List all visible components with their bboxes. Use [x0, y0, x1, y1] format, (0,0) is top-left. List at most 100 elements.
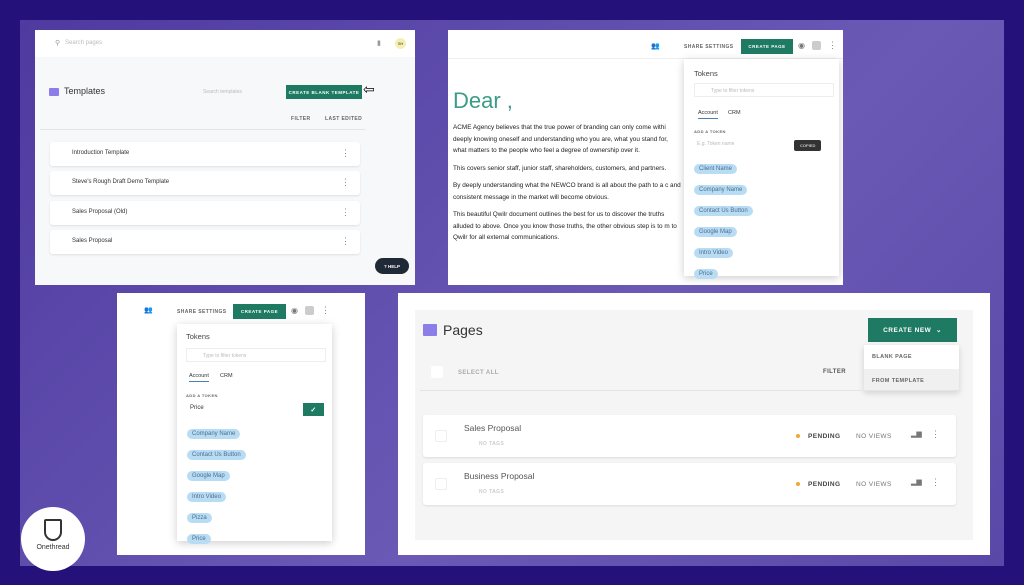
- tokens-screenshot: 👥 SHARE SETTINGS CREATE PAGE ◉ ⋮ Tokens …: [117, 293, 365, 555]
- more-icon[interactable]: ⋮: [321, 305, 330, 316]
- views-count: NO VIEWS: [856, 433, 892, 440]
- create-blank-template-button[interactable]: CREATE BLANK TEMPLATE: [286, 85, 362, 99]
- pages-screenshot: Pages CREATE NEW ⌄ BLANK PAGE FROM TEMPL…: [398, 293, 990, 555]
- more-icon[interactable]: ⋮: [341, 177, 350, 188]
- token-chip[interactable]: Client Name: [694, 164, 738, 174]
- page-title: Pages: [443, 322, 483, 338]
- tokens-popover: Tokens Type to filter tokens Account CRM…: [177, 324, 332, 544]
- page-row[interactable]: Business Proposal NO TAGS PENDING NO VIE…: [423, 463, 956, 505]
- token-name-input[interactable]: E.g. Token name: [697, 141, 734, 147]
- menu-item-from-template[interactable]: FROM TEMPLATE: [864, 369, 959, 391]
- views-count: NO VIEWS: [856, 481, 892, 488]
- template-row[interactable]: Steve's Rough Draft Demo Template ⋮: [50, 171, 360, 195]
- token-chip[interactable]: Google Map: [694, 227, 737, 237]
- template-row[interactable]: Sales Proposal ⋮: [50, 230, 360, 254]
- token-chip[interactable]: Contact Us Button: [694, 206, 753, 216]
- more-icon[interactable]: ⋮: [828, 40, 837, 51]
- search-icon: ⚲: [55, 40, 61, 47]
- analytics-icon[interactable]: ▂▆: [911, 478, 922, 486]
- help-button[interactable]: ? HELP: [375, 258, 409, 274]
- eye-icon[interactable]: ◉: [291, 306, 298, 315]
- template-row[interactable]: Sales Proposal (Old) ⋮: [50, 201, 360, 225]
- token-chip[interactable]: Pizza: [187, 513, 212, 523]
- tab-account[interactable]: Account: [698, 110, 718, 119]
- share-settings-button[interactable]: SHARE SETTINGS: [684, 44, 734, 50]
- paragraph: By deeply understanding what the NEWCO b…: [453, 182, 681, 201]
- create-new-label: CREATE NEW: [883, 326, 932, 334]
- tokens-popover: Tokens Type to filter tokens Account CRM…: [684, 59, 839, 279]
- last-edited-sort[interactable]: LAST EDITED: [325, 116, 362, 122]
- select-all-label[interactable]: SELECT ALL: [458, 370, 499, 376]
- create-new-menu: BLANK PAGE FROM TEMPLATE: [864, 345, 959, 391]
- token-chip[interactable]: Company Name: [694, 185, 748, 195]
- confirm-button[interactable]: ✓: [303, 403, 324, 416]
- status-badge: PENDING: [808, 433, 841, 440]
- template-name: Steve's Rough Draft Demo Template: [72, 179, 170, 185]
- page-name: Sales Proposal: [464, 423, 522, 433]
- tab-crm[interactable]: CRM: [220, 373, 233, 379]
- create-new-button[interactable]: CREATE NEW ⌄: [868, 318, 957, 342]
- search-pages-input[interactable]: Search pages: [65, 40, 102, 46]
- token-chip[interactable]: Intro Video: [187, 492, 226, 502]
- more-icon[interactable]: ⋮: [931, 429, 940, 440]
- folder-icon: [49, 88, 59, 96]
- token-chip[interactable]: Company Name: [187, 429, 241, 439]
- paragraph: This beautiful Qwilr document outlines t…: [453, 211, 677, 241]
- filter-button[interactable]: FILTER: [823, 369, 846, 375]
- analytics-icon[interactable]: ▂▆: [911, 430, 922, 438]
- page-title: Templates: [64, 86, 106, 96]
- add-token-label: ADD A TOKEN: [186, 393, 218, 398]
- token-chip[interactable]: Price: [187, 534, 211, 544]
- pending-dot: [796, 434, 800, 438]
- filter-button[interactable]: FILTER: [291, 116, 311, 122]
- document-heading: Dear ,: [453, 88, 513, 113]
- page-row[interactable]: Sales Proposal NO TAGS PENDING NO VIEWS …: [423, 415, 956, 457]
- more-icon[interactable]: ⋮: [341, 207, 350, 218]
- token-chip[interactable]: Google Map: [187, 471, 230, 481]
- row-checkbox[interactable]: [435, 430, 447, 442]
- tab-crm[interactable]: CRM: [728, 110, 741, 116]
- users-icon[interactable]: 👥: [144, 306, 153, 314]
- tab-account[interactable]: Account: [189, 373, 209, 382]
- help-label: HELP: [387, 263, 400, 269]
- token-chip[interactable]: Contact Us Button: [187, 450, 246, 460]
- more-icon[interactable]: ⋮: [341, 236, 350, 247]
- filter-tokens-input[interactable]: Type to filter tokens: [694, 83, 834, 97]
- template-name: Introduction Template: [72, 150, 130, 156]
- logo-icon: [44, 519, 62, 541]
- menu-item-blank-page[interactable]: BLANK PAGE: [872, 354, 912, 360]
- token-chip[interactable]: Intro Video: [694, 248, 733, 258]
- eye-icon[interactable]: ◉: [798, 41, 805, 50]
- template-row[interactable]: Introduction Template ⋮: [50, 142, 360, 166]
- template-name: Sales Proposal: [72, 238, 113, 244]
- create-page-button[interactable]: CREATE PAGE: [741, 39, 793, 54]
- templates-screenshot: ⚲ Search pages ▮ SH Templates Search tem…: [35, 30, 415, 285]
- share-settings-button[interactable]: SHARE SETTINGS: [177, 309, 227, 315]
- more-icon[interactable]: ⋮: [341, 148, 350, 159]
- more-icon[interactable]: ⋮: [931, 477, 940, 488]
- page-name: Business Proposal: [464, 471, 535, 481]
- tokens-title: Tokens: [186, 332, 210, 341]
- folder-icon: [423, 324, 437, 336]
- placeholder: Type to filter tokens: [203, 353, 247, 359]
- avatar[interactable]: SH: [395, 38, 406, 49]
- document-body: ACME Agency believes that the true power…: [453, 122, 683, 250]
- pending-dot: [796, 482, 800, 486]
- users-icon[interactable]: 👥: [651, 42, 660, 50]
- tokens-icon[interactable]: [305, 306, 314, 315]
- search-templates-input[interactable]: Search templates: [203, 89, 242, 95]
- tokens-icon[interactable]: [812, 41, 821, 50]
- bell-icon[interactable]: ▮: [377, 39, 381, 47]
- page-tags: NO TAGS: [479, 489, 505, 495]
- paragraph: This covers senior staff, junior staff, …: [453, 164, 667, 172]
- create-page-button[interactable]: CREATE PAGE: [233, 304, 286, 319]
- select-all-checkbox[interactable]: [431, 366, 443, 378]
- onethread-logo: Onethread: [21, 507, 85, 571]
- logo-text: Onethread: [36, 544, 70, 551]
- filter-tokens-input[interactable]: Type to filter tokens: [186, 348, 326, 362]
- token-chip[interactable]: Price: [694, 269, 718, 279]
- copied-tooltip: COPIED: [794, 140, 822, 151]
- row-checkbox[interactable]: [435, 478, 447, 490]
- token-name-input[interactable]: Price: [190, 405, 204, 411]
- arrow-icon: ⇦: [363, 81, 375, 97]
